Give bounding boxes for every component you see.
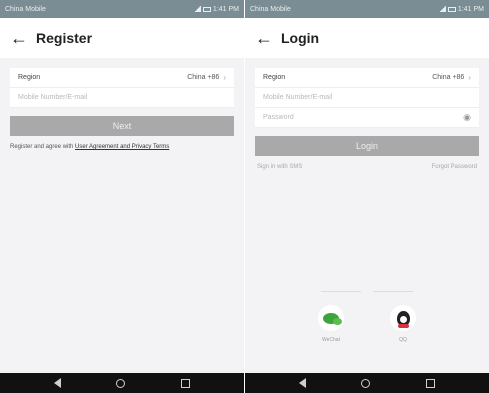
register-form: Region China +86 › Mobile Number/E-mail … (0, 58, 244, 150)
status-time: 1:41 PM (457, 5, 484, 13)
system-nav-bar (245, 373, 489, 393)
next-button[interactable]: Next (10, 116, 234, 136)
login-button[interactable]: Login (255, 136, 479, 156)
qq-label: QQ (399, 337, 407, 343)
qq-login-button[interactable]: QQ (390, 305, 416, 343)
nav-back-icon[interactable] (53, 378, 61, 388)
status-icons: 1:41 PM (438, 5, 484, 13)
wechat-label: WeChat (322, 337, 340, 343)
qq-icon-circle (390, 305, 416, 331)
nav-recent-apps-icon[interactable] (181, 378, 191, 388)
password-placeholder: Password (263, 114, 294, 121)
battery-icon (447, 6, 456, 12)
battery-icon (202, 6, 211, 12)
page-title: Register (36, 30, 93, 46)
status-bar: China Mobile 1:41 PM (245, 0, 489, 18)
login-form: Region China +86 › Mobile Number/E-mail … (245, 58, 489, 170)
agreement-prefix: Register and agree with (10, 144, 76, 150)
region-label: Region (263, 74, 286, 81)
third-party-login: WeChat QQ (245, 305, 489, 343)
eye-icon[interactable]: ◉ (463, 112, 471, 123)
app-bar: ← Register (0, 18, 244, 58)
login-sub-links: Sign in with SMS Forgot Password (255, 164, 479, 170)
nav-back-icon[interactable] (298, 378, 306, 388)
region-selector[interactable]: Region China +86 › (255, 68, 479, 88)
region-selector[interactable]: Region China +86 › (10, 68, 234, 88)
back-arrow-icon[interactable]: ← (10, 29, 36, 47)
password-input[interactable]: Password ◉ (255, 108, 479, 128)
nav-home-icon[interactable] (116, 378, 126, 388)
carrier-name: China Mobile (5, 5, 46, 13)
system-nav-bar (0, 373, 244, 393)
nav-recent-apps-icon[interactable] (426, 378, 436, 388)
region-label: Region (18, 74, 41, 81)
region-value-wrap: China +86 › (432, 73, 471, 82)
sms-login-link[interactable]: Sign in with SMS (257, 164, 302, 170)
qq-icon (396, 310, 410, 328)
wechat-login-button[interactable]: WeChat (318, 305, 344, 343)
nav-home-icon[interactable] (361, 378, 371, 388)
chevron-right-icon: › (468, 73, 471, 82)
signal-icon (193, 6, 201, 12)
app-bar: ← Login (245, 18, 489, 58)
status-time: 1:41 PM (212, 5, 239, 13)
account-input[interactable]: Mobile Number/E-mail (255, 88, 479, 108)
agreement-link[interactable]: User Agreement and Privacy Terms (75, 144, 169, 150)
register-screen: China Mobile 1:41 PM ← Register Region C… (0, 0, 244, 393)
signal-icon (438, 6, 446, 12)
account-placeholder: Mobile Number/E-mail (18, 94, 88, 101)
account-input[interactable]: Mobile Number/E-mail (10, 88, 234, 108)
agreement-text: Register and agree with User Agreement a… (10, 144, 234, 150)
forgot-password-link[interactable]: Forgot Password (432, 164, 477, 170)
status-icons: 1:41 PM (193, 5, 239, 13)
chevron-right-icon: › (223, 73, 226, 82)
login-screen: China Mobile 1:41 PM ← Login Region Chin… (245, 0, 489, 393)
region-value: China +86 (187, 74, 220, 81)
back-arrow-icon[interactable]: ← (255, 29, 281, 47)
wechat-icon-circle (318, 305, 344, 331)
region-value: China +86 (432, 74, 465, 81)
account-placeholder: Mobile Number/E-mail (263, 94, 333, 101)
status-bar: China Mobile 1:41 PM (0, 0, 244, 18)
region-value-wrap: China +86 › (187, 73, 226, 82)
third-party-divider (245, 289, 489, 295)
carrier-name: China Mobile (250, 5, 291, 13)
wechat-icon (323, 312, 342, 325)
page-title: Login (281, 30, 320, 46)
